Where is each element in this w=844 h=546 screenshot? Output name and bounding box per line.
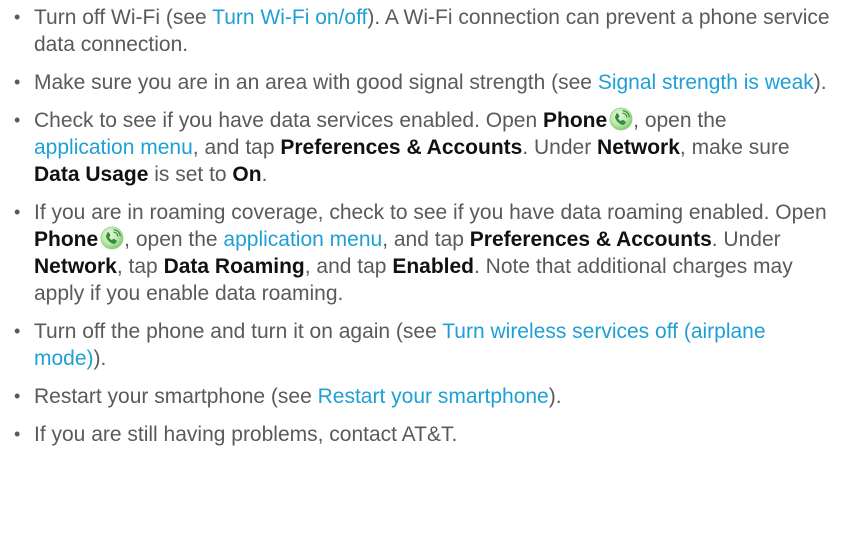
list-item: • Turn off Wi-Fi (see Turn Wi-Fi on/off).… (12, 4, 830, 58)
body-text: . (261, 163, 268, 186)
ui-term: Network (597, 136, 680, 159)
bullet-marker: • (14, 386, 21, 406)
body-text: , open the (633, 109, 727, 132)
body-text: If you are still having problems, contac… (34, 423, 458, 446)
body-text: If you are in roaming coverage, check to… (34, 201, 827, 224)
help-link[interactable]: Signal strength is weak (598, 71, 814, 94)
body-text: ). (813, 71, 827, 94)
body-text: Turn off Wi-Fi (see (34, 6, 213, 29)
body-text: ). (548, 385, 562, 408)
bullet-marker: • (14, 424, 21, 444)
help-link[interactable]: application menu (34, 136, 193, 159)
list-item: • If you are in roaming coverage, check t… (12, 199, 830, 307)
list-item: • Make sure you are in an area with good … (12, 69, 830, 96)
phone-icon (100, 226, 124, 250)
ui-term: Preferences & Accounts (280, 136, 523, 159)
list-item: • Check to see if you have data services … (12, 107, 830, 188)
ui-term: Phone (542, 109, 608, 132)
ui-term: Enabled (392, 255, 475, 278)
body-text: , and tap (192, 136, 281, 159)
body-text: , open the (124, 228, 224, 251)
ui-term: Data Usage (34, 163, 149, 186)
body-text: . Under (522, 136, 598, 159)
body-text: , make sure (679, 136, 790, 159)
phone-icon (609, 107, 633, 131)
body-text: Restart your smartphone (see (34, 385, 318, 408)
ui-term: Preferences & Accounts (469, 228, 712, 251)
body-text: , tap (116, 255, 164, 278)
list-item: • Turn off the phone and turn it on again… (12, 318, 830, 372)
help-link[interactable]: application menu (223, 228, 382, 251)
list-item: • If you are still having problems, conta… (12, 421, 830, 448)
body-text: Make sure you are in an area with good s… (34, 71, 598, 94)
ui-term: On (232, 163, 262, 186)
body-text: Check to see if you have data services e… (34, 109, 543, 132)
help-page: • Turn off Wi-Fi (see Turn Wi-Fi on/off).… (0, 0, 844, 546)
ui-term: Data Roaming (163, 255, 305, 278)
body-text: , and tap (382, 228, 470, 251)
bullet-marker: • (14, 110, 21, 130)
ui-term: Phone (34, 228, 99, 251)
help-link[interactable]: Turn Wi-Fi on/off (212, 6, 367, 29)
help-link[interactable]: Restart your smartphone (318, 385, 549, 408)
body-text: . Under (711, 228, 781, 251)
bullet-marker: • (14, 7, 21, 27)
body-text: ). (93, 347, 107, 370)
ui-term: Network (34, 255, 117, 278)
body-text: , and tap (304, 255, 393, 278)
body-text: Turn off the phone and turn it on again … (34, 320, 443, 343)
list-item: • Restart your smartphone (see Restart yo… (12, 383, 830, 410)
bullet-marker: • (14, 202, 21, 222)
troubleshooting-bullet-list: • Turn off Wi-Fi (see Turn Wi-Fi on/off).… (12, 4, 830, 448)
body-text: is set to (148, 163, 233, 186)
bullet-marker: • (14, 321, 21, 341)
bullet-marker: • (14, 72, 21, 92)
